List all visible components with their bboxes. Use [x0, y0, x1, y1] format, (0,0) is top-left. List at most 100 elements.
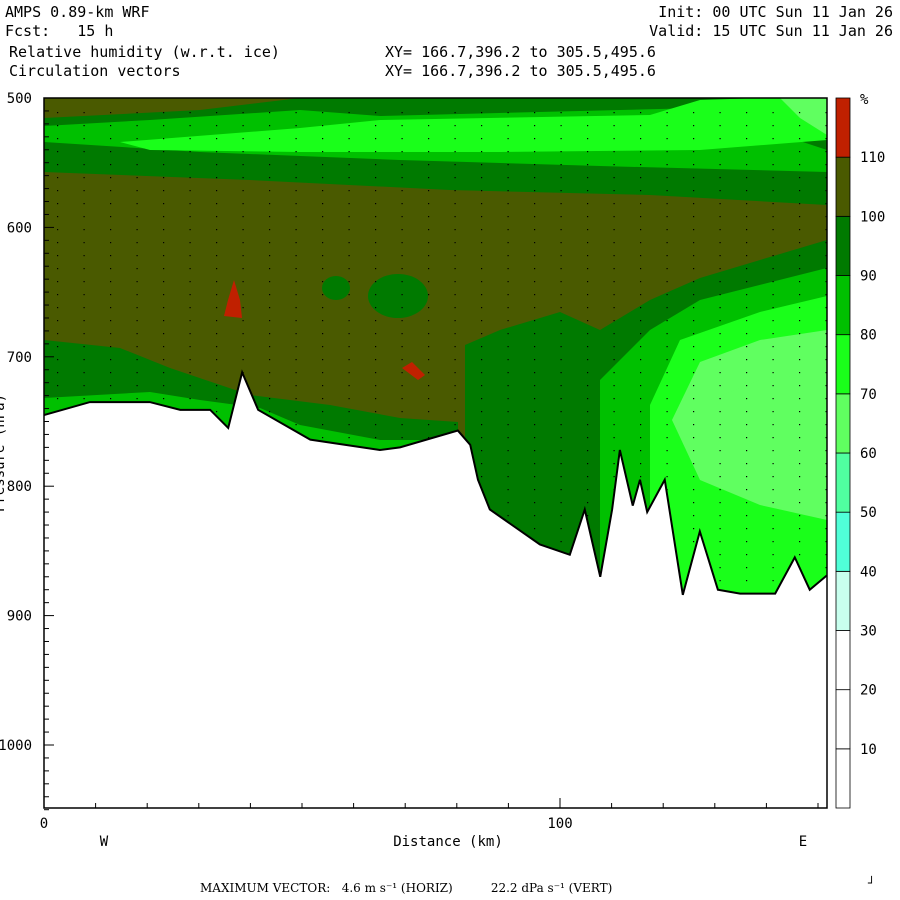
circulation-vector — [746, 398, 748, 400]
circulation-vector — [719, 554, 721, 556]
circulation-vector — [481, 125, 483, 127]
circulation-vector — [401, 138, 403, 140]
circulation-vector — [428, 554, 430, 556]
circulation-vector — [110, 125, 112, 127]
circulation-vector — [190, 775, 191, 776]
circulation-vector — [322, 801, 323, 802]
circulation-vector — [163, 593, 165, 595]
circulation-vector — [216, 203, 218, 205]
circulation-vector — [57, 697, 58, 698]
circulation-vector — [189, 125, 191, 127]
circulation-vector — [136, 411, 138, 413]
circulation-vector — [295, 190, 297, 192]
circulation-vector — [269, 645, 270, 646]
circulation-vector — [640, 255, 642, 257]
circulation-vector — [137, 736, 138, 737]
circulation-vector — [57, 775, 58, 776]
circulation-vector — [295, 177, 297, 179]
circulation-vector — [242, 346, 244, 348]
circulation-vector — [428, 736, 429, 737]
circulation-vector — [587, 554, 589, 556]
circulation-vector — [57, 528, 59, 530]
circulation-vector — [481, 619, 482, 620]
circulation-vector — [667, 658, 668, 659]
circulation-vector — [587, 450, 589, 452]
circulation-vector — [295, 294, 297, 296]
circulation-vector — [189, 346, 191, 348]
circulation-vector — [667, 632, 668, 633]
circulation-vector — [348, 268, 350, 270]
colorbar-unit: % — [860, 92, 869, 108]
circulation-vector — [560, 203, 562, 205]
circulation-vector — [613, 424, 615, 426]
circulation-vector — [507, 476, 509, 478]
circulation-vector — [666, 216, 668, 218]
circulation-vector — [322, 190, 324, 192]
circulation-vector — [719, 125, 721, 127]
circulation-vector — [348, 346, 350, 348]
colorbar-segment — [835, 393, 851, 454]
circulation-vector — [666, 593, 668, 595]
circulation-vector — [57, 541, 59, 543]
circulation-vector — [136, 151, 138, 153]
circulation-vector — [772, 528, 774, 530]
circulation-vector — [242, 463, 244, 465]
circulation-vector — [242, 138, 244, 140]
circulation-vector — [375, 710, 376, 711]
circulation-vector — [693, 619, 694, 620]
circulation-vector — [693, 242, 695, 244]
circulation-vector — [667, 762, 668, 763]
circulation-vector — [799, 489, 801, 491]
circulation-vector — [428, 125, 430, 127]
circulation-vector — [640, 385, 642, 387]
circulation-vector — [401, 554, 403, 556]
circulation-vector — [296, 697, 297, 698]
circulation-vector — [136, 112, 138, 114]
circulation-vector — [110, 359, 112, 361]
circulation-vector — [587, 333, 589, 335]
circulation-vector — [428, 775, 429, 776]
circulation-vector — [534, 697, 535, 698]
circulation-vector — [137, 658, 138, 659]
circulation-vector — [534, 372, 536, 374]
circulation-vector — [349, 749, 350, 750]
circulation-vector — [110, 762, 111, 763]
circulation-vector — [693, 606, 694, 607]
circulation-vector — [560, 567, 562, 569]
circulation-vector — [746, 177, 748, 179]
circulation-vector — [269, 216, 271, 218]
circulation-vector — [746, 216, 748, 218]
circulation-vector — [84, 671, 85, 672]
circulation-vector — [534, 788, 535, 789]
circulation-vector — [83, 593, 85, 595]
colorbar-segment — [835, 630, 851, 691]
circulation-vector — [402, 684, 403, 685]
circulation-vector — [454, 528, 456, 530]
circulation-vector — [296, 788, 297, 789]
circulation-vector — [401, 593, 403, 595]
circulation-vector — [560, 151, 562, 153]
circulation-vector — [693, 463, 695, 465]
circulation-vector — [534, 190, 536, 192]
circulation-vector — [57, 307, 59, 309]
circulation-vector — [666, 242, 668, 244]
circulation-vector — [428, 307, 430, 309]
circulation-vector — [322, 502, 324, 504]
circulation-vector — [269, 320, 271, 322]
circulation-vector — [587, 567, 589, 569]
circulation-vector — [137, 606, 138, 607]
circulation-vector — [375, 749, 376, 750]
circulation-vector — [84, 788, 85, 789]
circulation-vector — [454, 411, 456, 413]
circulation-vector — [481, 775, 482, 776]
circulation-vector — [772, 463, 774, 465]
circulation-vector — [640, 177, 642, 179]
circulation-vector — [242, 294, 244, 296]
circulation-vector — [189, 463, 191, 465]
circulation-vector — [587, 112, 589, 114]
circulation-vector — [746, 515, 748, 517]
circulation-vector — [401, 203, 403, 205]
circulation-vector — [428, 411, 430, 413]
circulation-vector — [84, 723, 85, 724]
circulation-vector — [799, 307, 801, 309]
